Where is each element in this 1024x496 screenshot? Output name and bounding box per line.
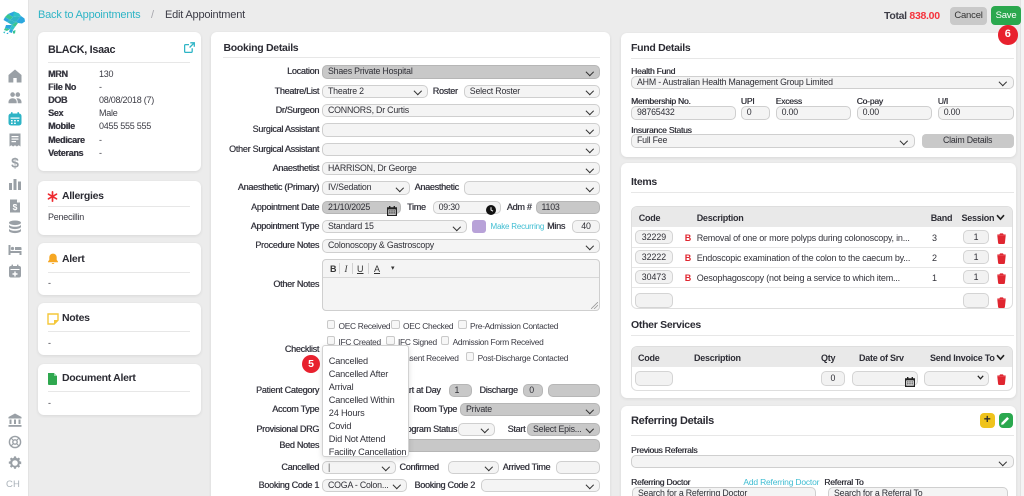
svg-text:$: $ — [11, 155, 19, 169]
svg-text:$: $ — [12, 202, 17, 212]
